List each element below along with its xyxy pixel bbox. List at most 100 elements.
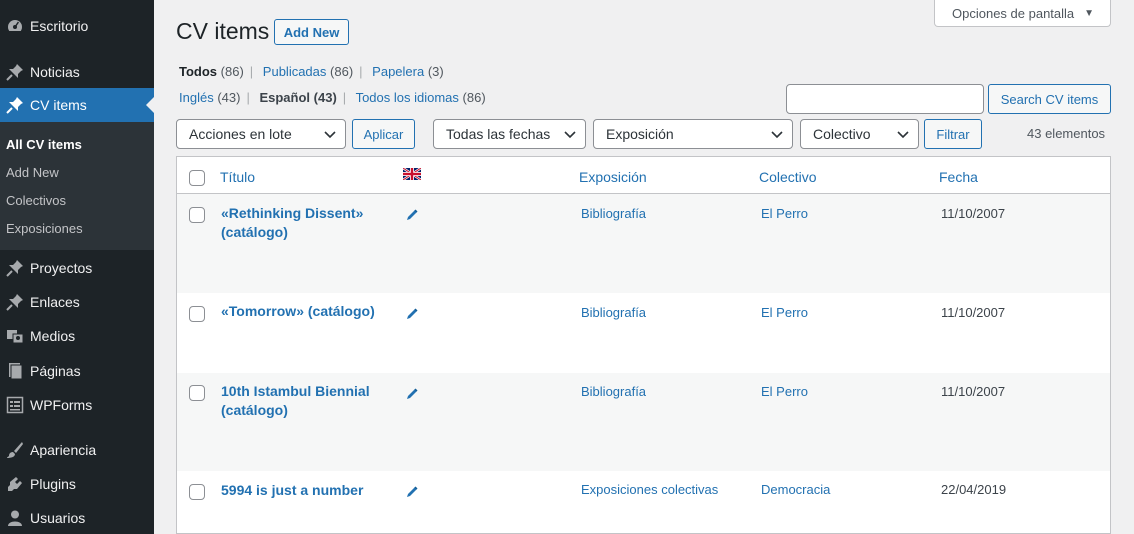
- row-fecha: 11/10/2007: [941, 305, 1006, 320]
- edit-translation-icon[interactable]: [405, 208, 419, 222]
- table-row: 10th Istambul Biennial (catálogo) Biblio…: [177, 373, 1110, 471]
- lang-ingles[interactable]: Inglés: [179, 90, 214, 105]
- menu-item-usuarios[interactable]: Usuarios: [0, 501, 154, 534]
- row-colectivo-link[interactable]: El Perro: [761, 384, 808, 399]
- chevron-down-icon: [564, 131, 576, 139]
- date-filter-value: Todas las fechas: [446, 126, 551, 142]
- edit-translation-icon[interactable]: [405, 485, 419, 499]
- submenu-add-new[interactable]: Add New: [6, 165, 59, 180]
- row-colectivo-link[interactable]: El Perro: [761, 305, 808, 320]
- filter-todos[interactable]: Todos: [179, 64, 217, 79]
- edit-translation-icon[interactable]: [405, 307, 419, 321]
- submenu-exposiciones[interactable]: Exposiciones: [6, 221, 83, 236]
- status-filters: Todos (86) | Publicadas (86) | Papelera (3…: [179, 64, 444, 79]
- menu-label: Enlaces: [30, 294, 80, 310]
- row-colectivo-link[interactable]: Democracia: [761, 482, 830, 497]
- colectivo-filter-select[interactable]: Colectivo: [800, 119, 919, 149]
- column-title[interactable]: Título: [220, 169, 255, 185]
- plugin-icon: [4, 474, 26, 494]
- search-input[interactable]: [786, 84, 984, 114]
- menu-item-paginas[interactable]: Páginas: [0, 354, 154, 388]
- row-checkbox[interactable]: [189, 207, 205, 223]
- filter-button[interactable]: Filtrar: [924, 119, 982, 149]
- bulk-actions-value: Acciones en lote: [189, 126, 292, 142]
- add-new-button[interactable]: Add New: [274, 19, 349, 45]
- menu-label: Escritorio: [30, 18, 89, 34]
- filter-count: (3): [427, 64, 444, 79]
- select-all-checkbox[interactable]: [189, 170, 205, 186]
- column-colectivo[interactable]: Colectivo: [759, 169, 817, 185]
- table-header: Título Exposición Colectivo Fecha: [177, 157, 1110, 194]
- lang-todos[interactable]: Todos los idiomas: [356, 90, 459, 105]
- exposicion-filter-value: Exposición: [606, 126, 674, 142]
- row-fecha: 11/10/2007: [941, 206, 1006, 221]
- row-title-link[interactable]: 10th Istambul Biennial (catálogo): [221, 382, 391, 420]
- menu-label: Medios: [30, 328, 76, 344]
- media-icon: [4, 326, 26, 346]
- column-exposicion[interactable]: Exposición: [579, 169, 647, 185]
- menu-label: Usuarios: [30, 510, 86, 526]
- colectivo-filter-value: Colectivo: [813, 126, 871, 142]
- edit-translation-icon[interactable]: [405, 387, 419, 401]
- lang-count: (43): [217, 90, 241, 105]
- table-row: 5994 is just a number Exposiciones colec…: [177, 471, 1110, 533]
- row-title-link[interactable]: «Tomorrow» (catálogo): [221, 302, 421, 321]
- chevron-down-icon: [771, 131, 783, 139]
- exposicion-filter-select[interactable]: Exposición: [593, 119, 793, 149]
- menu-label: Plugins: [30, 476, 76, 492]
- pin-icon: [4, 258, 26, 278]
- filter-count: (86): [330, 64, 354, 79]
- brush-icon: [4, 440, 26, 460]
- filter-count: (86): [220, 64, 244, 79]
- cv-items-table: Título Exposición Colectivo Fecha «Rethi…: [176, 156, 1111, 534]
- page-title: CV items: [176, 18, 270, 44]
- pages-icon: [4, 361, 26, 381]
- menu-item-cv-items[interactable]: CV items: [0, 88, 154, 122]
- lang-espanol[interactable]: Español: [259, 90, 310, 105]
- row-checkbox[interactable]: [189, 385, 205, 401]
- main-content: CV items Add New Opciones de pantalla ▼ …: [154, 0, 1134, 534]
- row-title-link[interactable]: 5994 is just a number: [221, 481, 421, 500]
- submenu-all-cv-items[interactable]: All CV items: [6, 137, 82, 152]
- column-fecha[interactable]: Fecha: [939, 169, 978, 185]
- pin-icon: [4, 292, 26, 312]
- row-exposicion-link[interactable]: Bibliografía: [581, 206, 646, 221]
- chevron-down-icon: [897, 131, 909, 139]
- menu-item-medios[interactable]: Medios: [0, 319, 154, 353]
- row-fecha: 22/04/2019: [941, 482, 1007, 497]
- menu-item-enlaces[interactable]: Enlaces: [0, 285, 154, 319]
- row-exposicion-link[interactable]: Exposiciones colectivas: [581, 482, 718, 497]
- forms-icon: [4, 395, 26, 415]
- search-cv-items-button[interactable]: Search CV items: [988, 84, 1111, 114]
- row-title-link[interactable]: «Rethinking Dissent» (catálogo): [221, 204, 391, 242]
- apply-button[interactable]: Aplicar: [352, 119, 415, 149]
- row-colectivo-link[interactable]: El Perro: [761, 206, 808, 221]
- caret-down-icon: ▼: [1084, 7, 1095, 19]
- filter-papelera[interactable]: Papelera: [372, 64, 424, 79]
- menu-item-wpforms[interactable]: WPForms: [0, 388, 154, 422]
- menu-item-noticias[interactable]: Noticias: [0, 55, 154, 89]
- menu-item-plugins[interactable]: Plugins: [0, 467, 154, 501]
- menu-item-proyectos[interactable]: Proyectos: [0, 251, 154, 285]
- row-checkbox[interactable]: [189, 484, 205, 500]
- row-exposicion-link[interactable]: Bibliografía: [581, 384, 646, 399]
- row-exposicion-link[interactable]: Bibliografía: [581, 305, 646, 320]
- bulk-actions-select[interactable]: Acciones en lote: [176, 119, 346, 149]
- dashboard-icon: [4, 16, 26, 36]
- menu-item-apariencia[interactable]: Apariencia: [0, 433, 154, 467]
- menu-label: Noticias: [30, 64, 80, 80]
- lang-count: (43): [313, 90, 337, 105]
- submenu-colectivos[interactable]: Colectivos: [6, 193, 66, 208]
- menu-label: Proyectos: [30, 260, 93, 276]
- items-count: 43 elementos: [1027, 126, 1106, 141]
- language-filters: Inglés (43) | Español (43) | Todos los idi…: [179, 90, 486, 105]
- user-icon: [4, 508, 26, 528]
- menu-item-escritorio[interactable]: Escritorio: [0, 9, 154, 43]
- row-fecha: 11/10/2007: [941, 384, 1006, 399]
- cv-items-submenu: All CV items Add New Colectivos Exposici…: [0, 122, 154, 250]
- row-checkbox[interactable]: [189, 306, 205, 322]
- date-filter-select[interactable]: Todas las fechas: [433, 119, 586, 149]
- table-row: «Tomorrow» (catálogo) Bibliografía El Pe…: [177, 293, 1110, 373]
- filter-publicadas[interactable]: Publicadas: [263, 64, 327, 79]
- screen-options-button[interactable]: Opciones de pantalla ▼: [934, 0, 1111, 27]
